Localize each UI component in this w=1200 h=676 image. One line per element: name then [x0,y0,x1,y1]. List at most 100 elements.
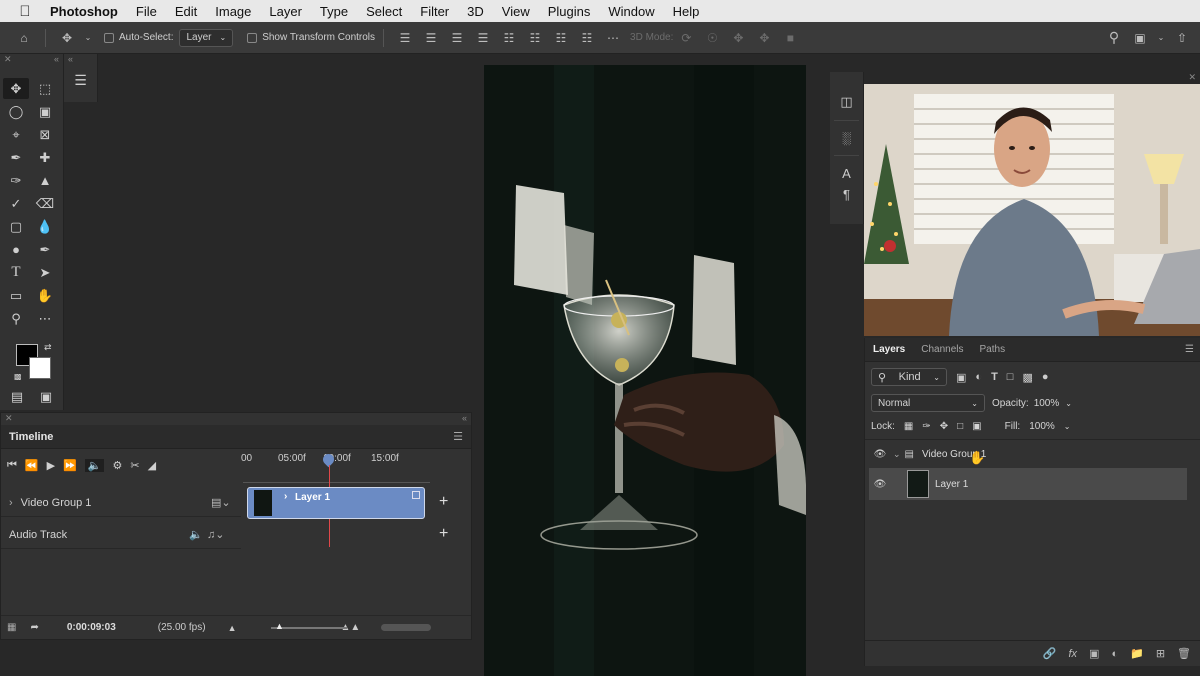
menu-filter[interactable]: Filter [420,4,449,19]
new-group-folder-icon[interactable]: 📁 [1130,647,1144,660]
collapse-icon[interactable]: « [54,54,59,68]
collapse-icon[interactable]: « [462,413,467,425]
default-colors-icon[interactable]: ▩ [14,372,22,381]
frame-animation-icon[interactable]: ▦ [7,622,16,633]
adjustments-icon[interactable]: ☰ [64,72,97,89]
rectangle-tool-icon[interactable]: ▭ [3,285,29,306]
share-icon[interactable]: ⇧ [1172,28,1192,48]
3d-orbit-icon[interactable]: ⟳ [676,28,696,48]
align-left-icon[interactable]: ☰ [395,28,415,48]
history-brush-tool-icon[interactable]: ✓ [3,193,29,214]
menu-select[interactable]: Select [366,4,402,19]
lock-transparent-icon[interactable]: ▦ [904,421,913,432]
distribute-icon[interactable]: ☰ [473,28,493,48]
crop-tool-icon[interactable]: ⌖ [3,124,29,145]
tab-channels[interactable]: Channels [921,344,963,355]
align-top-icon[interactable]: ☷ [499,28,519,48]
align-bottom-icon[interactable]: ☷ [551,28,571,48]
lock-artboard-icon[interactable]: □ [957,421,963,432]
history-icon[interactable]: ◫ [830,94,863,110]
menu-window[interactable]: Window [608,4,654,19]
lock-position-icon[interactable]: ✥ [940,421,948,432]
close-icon[interactable]: ✕ [1188,72,1196,84]
blend-mode-dropdown[interactable]: Normal ⌄ [871,394,985,412]
new-layer-icon[interactable]: ⊞ [1156,647,1165,660]
chevron-down-icon[interactable]: ⌄ [1064,422,1071,431]
align-center-icon[interactable]: ☰ [421,28,441,48]
layer-clip[interactable]: › Layer 1 [247,487,425,519]
eraser-tool-icon[interactable]: ⌫ [32,193,58,214]
path-select-tool-icon[interactable]: ➤ [32,262,58,283]
align-middle-icon[interactable]: ☷ [525,28,545,48]
background-color-swatch[interactable] [29,357,51,379]
previous-frame-icon[interactable]: ⏪ [25,459,39,472]
align-right-icon[interactable]: ☰ [447,28,467,48]
lock-image-icon[interactable]: ✑ [922,421,930,432]
filter-kind-dropdown[interactable]: ⚲ Kind ⌄ [871,368,947,386]
auto-select-dropdown[interactable]: Layer ⌄ [179,28,234,47]
chevron-down-icon[interactable]: ⌄ [1156,28,1166,48]
more-options-icon[interactable]: ⋯ [603,28,623,48]
chevron-down-icon[interactable]: ⌄ [1065,399,1072,408]
apple-icon[interactable]:  [0,3,50,20]
tab-paths[interactable]: Paths [980,344,1006,355]
app-menu[interactable]: Photoshop [50,4,118,19]
search-icon[interactable]: ⚲ [1104,28,1124,48]
layer-style-fx-icon[interactable]: fx [1068,648,1077,660]
3d-pan-icon[interactable]: ✥ [728,28,748,48]
chevron-right-icon[interactable]: › [284,491,287,502]
mute-audio-icon[interactable]: 🔈 [84,459,105,472]
tab-layers[interactable]: Layers [873,344,905,355]
stamp-tool-icon[interactable]: ▲ [32,170,58,191]
zoom-out-icon[interactable]: ▲ [228,623,237,633]
close-icon[interactable]: ✕ [5,413,13,425]
menu-help[interactable]: Help [673,4,700,19]
hand-tool-icon[interactable]: ✋ [32,285,58,306]
menu-file[interactable]: File [136,4,157,19]
type-tool-icon[interactable]: T [3,262,29,283]
visibility-eye-icon[interactable]: 👁 [873,449,887,460]
gradient-tool-icon[interactable]: ▢ [3,216,29,237]
screen-mode-icon[interactable]: ▣ [33,386,59,407]
move-tool-icon[interactable]: ✥ [3,78,29,99]
add-media-icon[interactable]: + [439,493,448,511]
work-area-bar[interactable] [243,469,430,483]
film-strip-icon[interactable]: ▤⌄ [211,496,231,509]
quick-mask-icon[interactable]: ▤ [4,386,30,407]
swap-colors-icon[interactable]: ⇄ [44,342,52,353]
chevron-down-icon[interactable]: ⌄ [83,28,93,48]
layer-row-selected[interactable]: 👁 Layer 1 [869,468,1187,500]
add-audio-icon[interactable]: + [439,525,448,543]
video-group-track[interactable]: › Video Group 1 ▤⌄ [1,489,241,517]
go-to-first-frame-icon[interactable]: ⏮ [7,459,17,472]
menu-image[interactable]: Image [215,4,251,19]
add-mask-icon[interactable]: ▣ [1089,647,1099,660]
auto-select-checkbox[interactable] [104,32,114,43]
menu-layer[interactable]: Layer [269,4,302,19]
pen-tool-icon[interactable]: ✒ [32,239,58,260]
filter-smart-object-icon[interactable]: ▩ [1022,371,1032,384]
distribute-vertical-icon[interactable]: ☷ [577,28,597,48]
fill-value[interactable]: 100% [1029,421,1055,432]
opacity-value[interactable]: 100% [1034,398,1060,409]
frame-tool-icon[interactable]: ⊠ [32,124,58,145]
filter-pixel-icon[interactable]: ▣ [956,371,966,384]
audio-track[interactable]: Audio Track 🔈 ♫⌄ [1,521,241,549]
layer-row-group[interactable]: 👁 ⌄ ▤ Video Group 1 [869,440,1199,468]
delete-layer-trash-icon[interactable]: 🗑 [1177,647,1191,660]
blur-tool-icon[interactable]: 💧 [32,216,58,237]
move-tool-icon[interactable]: ✥ [57,28,77,48]
tab-timeline[interactable]: Timeline [9,431,53,443]
character-icon[interactable]: A [830,166,863,181]
play-icon[interactable]: ▶ [47,459,55,472]
lock-all-icon[interactable]: ▣ [972,421,981,432]
lasso-tool-icon[interactable]: ◯ [3,101,29,122]
dodge-tool-icon[interactable]: ● [3,239,29,260]
filter-adjustment-icon[interactable]: ◐ [975,371,982,383]
object-select-tool-icon[interactable]: ▣ [32,101,58,122]
split-clip-icon[interactable]: ✂ [130,459,139,472]
panel-menu-icon[interactable]: ☰ [1185,344,1194,355]
visibility-eye-icon[interactable]: 👁 [873,479,887,490]
menu-view[interactable]: View [502,4,530,19]
brush-tool-icon[interactable]: ✑ [3,170,29,191]
